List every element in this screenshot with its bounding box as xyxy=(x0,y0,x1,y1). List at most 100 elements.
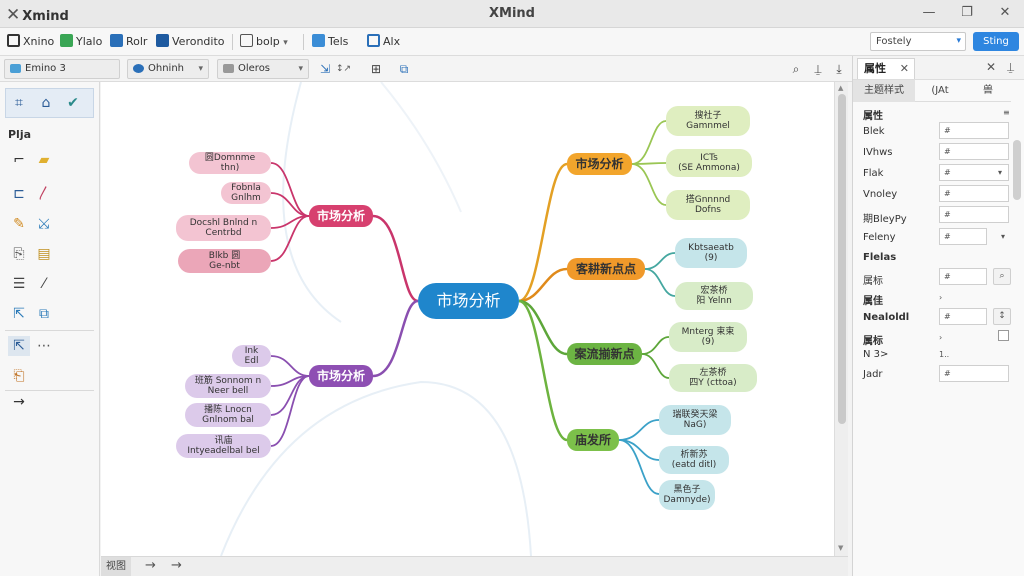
scroll-up-icon[interactable]: ▲ xyxy=(838,84,843,92)
minimize-button[interactable]: — xyxy=(918,3,940,23)
chevron-right-icon[interactable]: › xyxy=(939,293,942,302)
menu-tools[interactable]: Tels xyxy=(312,33,348,51)
view-label[interactable]: 视图 xyxy=(101,557,131,576)
property-field[interactable]: # xyxy=(939,308,987,325)
menu-view[interactable]: Verondito xyxy=(156,33,225,51)
crop-icon[interactable]: ⌗ xyxy=(8,93,30,113)
connect-icon[interactable]: ⤩ xyxy=(33,214,55,234)
slash-icon[interactable]: ⁄ xyxy=(33,274,55,294)
check-icon[interactable]: ✔ xyxy=(62,93,84,113)
tab-properties[interactable]: 属性 ✕ xyxy=(857,58,915,79)
list-icon[interactable]: ☰ xyxy=(8,274,30,294)
close-icon[interactable]: ✕ xyxy=(900,59,909,79)
property-field[interactable]: # xyxy=(939,143,1009,160)
subtopic[interactable]: 搜社子 Gamnmel xyxy=(666,106,750,136)
bracket-icon[interactable]: ⌐ xyxy=(8,150,30,170)
subtopic[interactable]: 播陈 Lnocn Gnlnom bal xyxy=(185,403,271,427)
layout-icon[interactable]: ⊏ xyxy=(8,184,30,204)
subtopic[interactable]: Blkb 圆 Ge-nbt xyxy=(178,249,271,273)
stepper-icon[interactable]: ↕ xyxy=(993,308,1011,325)
subtopic[interactable]: 搭Gnnnnd Dofns xyxy=(666,190,750,220)
page-icon[interactable]: ⎘ xyxy=(8,244,30,264)
branch-topic[interactable]: 市场分析 xyxy=(567,153,632,175)
subtab-other[interactable]: 兽 xyxy=(965,80,1011,102)
subtopic[interactable]: 圆Domnme thn) xyxy=(189,152,271,174)
stack-icon[interactable]: ⧉ xyxy=(33,304,55,324)
branch-topic[interactable]: 市场分析 xyxy=(309,205,373,227)
pointer-icon[interactable]: ⇱ xyxy=(8,304,30,324)
subtopic[interactable]: 黑色子 Damnyde) xyxy=(659,480,715,510)
arrange-icon[interactable]: ↕↗ xyxy=(336,62,351,76)
subtopic[interactable]: 讯庙 Intyeadelbal bel xyxy=(176,434,271,458)
chevron-down-icon[interactable]: ▾ xyxy=(998,168,1002,177)
arrow-right-icon[interactable]: → xyxy=(145,558,156,573)
subtopic[interactable]: Kbtsaeatb (9) xyxy=(675,238,747,268)
search-icon[interactable]: ⌕ xyxy=(789,62,803,76)
close-button[interactable]: ✕ xyxy=(994,3,1016,23)
chevron-down-icon[interactable]: ▾ xyxy=(1001,232,1005,241)
mindmap-canvas[interactable]: 市场分析 市场分析 圆Domnme thn) Fobnla Gnlhm Docs… xyxy=(101,82,834,556)
grid-icon[interactable]: ⊞ xyxy=(369,62,383,76)
branch-topic[interactable]: 市场分析 xyxy=(309,365,373,387)
menu-edit[interactable]: Ylalo xyxy=(60,33,102,51)
select-tool-icon[interactable]: ⇱ xyxy=(8,336,30,356)
property-field[interactable]: # xyxy=(939,228,987,245)
theme-select[interactable]: Oleros ▾ xyxy=(217,59,309,79)
branch-topic[interactable]: 庙发所 xyxy=(567,429,619,451)
chevron-right-icon[interactable]: › xyxy=(939,333,942,342)
arrow-right-icon[interactable]: → xyxy=(171,558,182,573)
attach-icon[interactable]: ⎗ xyxy=(8,366,30,386)
scrollbar-thumb[interactable] xyxy=(838,94,846,424)
property-field[interactable]: # xyxy=(939,268,987,285)
trend-icon[interactable]: 〳 xyxy=(33,184,55,204)
subtopic[interactable]: 析新苏 (eatd ditl) xyxy=(659,446,729,474)
menu-divider xyxy=(303,34,304,50)
subtab-style[interactable]: 主题样式 xyxy=(853,80,915,102)
subtopic[interactable]: 瑞联癸天梁 NaG) xyxy=(659,405,731,435)
download-icon[interactable]: ⤓ xyxy=(832,62,846,76)
subtab-text[interactable]: (JAt xyxy=(915,80,965,102)
subtopic[interactable]: ICTs (SE Ammona) xyxy=(666,149,752,177)
subtopic[interactable]: Mnterg 束束 (9) xyxy=(669,322,747,352)
align-icon[interactable]: ⇲ xyxy=(318,62,332,76)
more-icon[interactable]: ⋯ xyxy=(33,336,55,356)
property-field[interactable]: # xyxy=(939,185,1009,202)
pin-icon[interactable]: ⍊ xyxy=(1007,60,1014,75)
search-icon[interactable]: ⌕ xyxy=(993,268,1011,285)
setting-button[interactable]: Sting xyxy=(973,32,1019,51)
menu-file[interactable]: Xnino xyxy=(7,33,54,51)
search-field[interactable]: Fostely ▾ xyxy=(870,32,966,51)
branch-topic[interactable]: 客耕新点点 xyxy=(567,258,645,280)
menu-insert[interactable]: Rolr xyxy=(110,33,147,51)
scroll-down-icon[interactable]: ▼ xyxy=(838,544,843,552)
pin-icon[interactable]: ⍊ xyxy=(811,62,825,76)
menu-help[interactable]: bolp ▾ xyxy=(240,33,288,51)
restore-button[interactable]: ❐ xyxy=(956,3,978,23)
property-field[interactable]: # xyxy=(939,122,1009,139)
copy-icon[interactable]: ⧉ xyxy=(397,62,411,76)
close-icon[interactable]: ✕ xyxy=(986,60,996,74)
central-topic[interactable]: 市场分析 xyxy=(418,283,519,319)
subtopic[interactable]: 班筋 Sonnom n Neer bell xyxy=(185,374,271,398)
branch-topic[interactable]: 案流揃新点 xyxy=(567,343,642,365)
subtopic[interactable]: 左茶桥 四Y (cttoa) xyxy=(669,364,757,392)
panel-scrollbar[interactable] xyxy=(1013,140,1021,200)
property-field[interactable]: # xyxy=(939,206,1009,223)
font-select[interactable]: Ohninh ▾ xyxy=(127,59,209,79)
frame-icon[interactable]: ⌂ xyxy=(35,93,57,113)
subtopic[interactable]: Fobnla Gnlhm xyxy=(221,182,271,204)
canvas-scrollbar[interactable]: ▲ ▼ xyxy=(834,82,848,556)
subtopic[interactable]: Docshl Bnlnd n Centrbd xyxy=(176,215,271,241)
style-select[interactable]: Emino 3 xyxy=(4,59,120,79)
folder-icon[interactable]: ▤ xyxy=(33,244,55,264)
marker-icon[interactable]: ✎ xyxy=(8,214,30,234)
subtopic[interactable]: Ink Edl xyxy=(232,345,271,367)
collapse-icon[interactable]: ≡ xyxy=(1003,108,1010,117)
arrow-right-icon[interactable]: → xyxy=(8,392,30,412)
property-field[interactable]: # xyxy=(939,365,1009,382)
checkbox[interactable] xyxy=(998,330,1009,341)
subtopic[interactable]: 宏茶桥 阳 Yelnn xyxy=(675,282,753,310)
menu-window[interactable]: Alx xyxy=(367,33,400,51)
note-icon[interactable]: ▰ xyxy=(33,150,55,170)
property-label: Vnoley xyxy=(863,189,898,200)
